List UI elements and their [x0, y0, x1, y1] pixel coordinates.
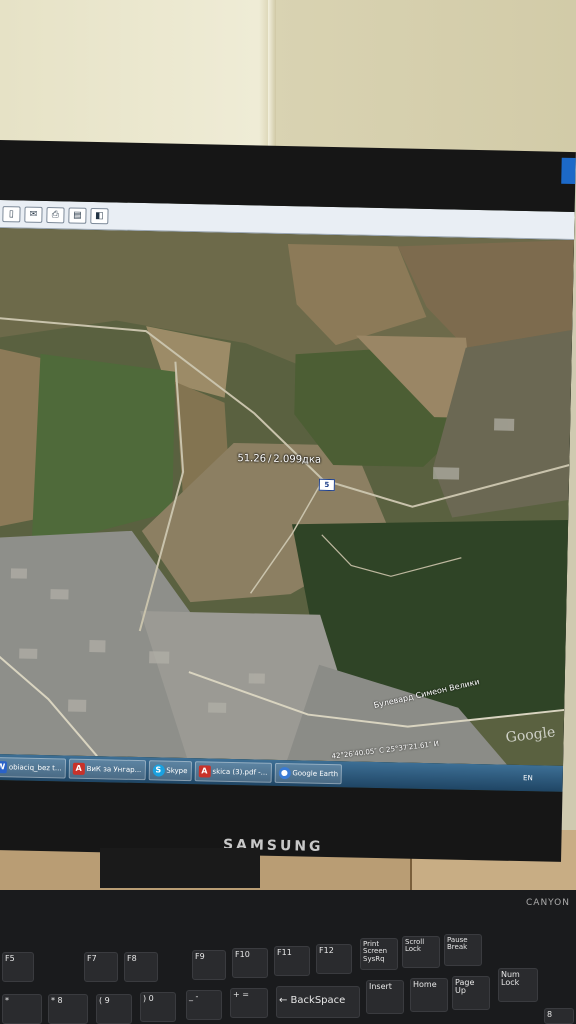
taskbar-item-pdf[interactable]: A ВиК за Унгар... — [68, 758, 146, 781]
taskbar-item-google-earth[interactable]: ● Google Earth — [274, 762, 343, 785]
print-icon[interactable]: ⎙ — [46, 206, 65, 223]
word-icon: W — [0, 761, 7, 774]
satellite-imagery — [0, 227, 575, 766]
screen: ▯ ✉ ⎙ ▤ ◧ 51.26 / 2.099дка 5 Булевард Си… — [0, 199, 575, 792]
taskbar-item-label: Skype — [166, 766, 188, 776]
mail-icon[interactable]: ✉ — [24, 206, 43, 223]
taskbar-item-skica[interactable]: A skica (3).pdf -... — [194, 761, 272, 783]
key-f12[interactable]: F12 — [316, 944, 352, 974]
key-print-screen[interactable]: Print Screen SysRq — [360, 938, 398, 970]
taskbar-item-label: ВиК за Унгар... — [86, 764, 142, 775]
monitor: ▯ ✉ ⎙ ▤ ◧ 51.26 / 2.099дка 5 Булевард Си… — [0, 140, 576, 862]
key-f8[interactable]: F8 — [124, 952, 158, 982]
key-f11[interactable]: F11 — [274, 946, 310, 976]
window-icon[interactable]: ▯ — [2, 205, 21, 222]
key-backspace[interactable]: ← BackSpace — [276, 986, 360, 1018]
satellite-map[interactable]: 51.26 / 2.099дка 5 Булевард Симеон Велик… — [0, 227, 575, 766]
key-8[interactable]: * 8 — [48, 994, 88, 1024]
pdf-icon: A — [198, 765, 211, 778]
road-shield: 5 — [318, 478, 335, 492]
key-page-up[interactable]: Page Up — [452, 976, 490, 1010]
wall-background — [0, 0, 576, 160]
skype-icon: S — [152, 764, 165, 777]
key-f7[interactable]: F7 — [84, 952, 118, 982]
key-num-lock[interactable]: Num Lock — [498, 968, 538, 1002]
wall-corner — [268, 0, 276, 160]
key-numpad-8[interactable]: 8 — [544, 1008, 574, 1024]
earth-icon: ● — [278, 766, 291, 780]
taskbar-item-skype[interactable]: S Skype — [148, 760, 192, 782]
save-icon[interactable]: ▤ — [68, 206, 87, 224]
key-f5[interactable]: F5 — [2, 952, 34, 982]
language-indicator[interactable]: EN — [523, 774, 533, 782]
pdf-icon: A — [72, 762, 85, 775]
taskbar-item-label: Google Earth — [292, 769, 339, 779]
keyboard-brand: CANYON — [526, 898, 570, 908]
key-star[interactable]: * — [2, 994, 42, 1024]
key-plus[interactable]: + = — [230, 988, 268, 1018]
taskbar-item-label: skica (3).pdf -... — [212, 767, 268, 777]
key-minus[interactable]: _ - — [186, 990, 222, 1020]
taskbar-item-label: obiaciq_bez t... — [8, 763, 62, 773]
monitor-stand — [100, 848, 260, 888]
key-pause-break[interactable]: Pause Break — [444, 934, 482, 966]
key-0[interactable]: ) 0 — [140, 992, 176, 1022]
taskbar-item-word[interactable]: W obiaciq_bez t... — [0, 756, 66, 779]
energy-star-badge — [561, 157, 576, 185]
key-scroll-lock[interactable]: Scroll Lock — [402, 936, 440, 968]
view-icon[interactable]: ◧ — [90, 207, 109, 224]
key-insert[interactable]: Insert — [366, 980, 404, 1014]
key-f10[interactable]: F10 — [232, 948, 268, 978]
key-9[interactable]: ( 9 — [96, 994, 132, 1024]
placemark-label[interactable]: 51.26 / 2.099дка — [237, 453, 321, 466]
keyboard: CANYON F5 F7 F8 F9 F10 F11 F12 Print Scr… — [0, 890, 576, 1024]
key-f9[interactable]: F9 — [192, 950, 226, 980]
key-home[interactable]: Home — [410, 978, 448, 1012]
